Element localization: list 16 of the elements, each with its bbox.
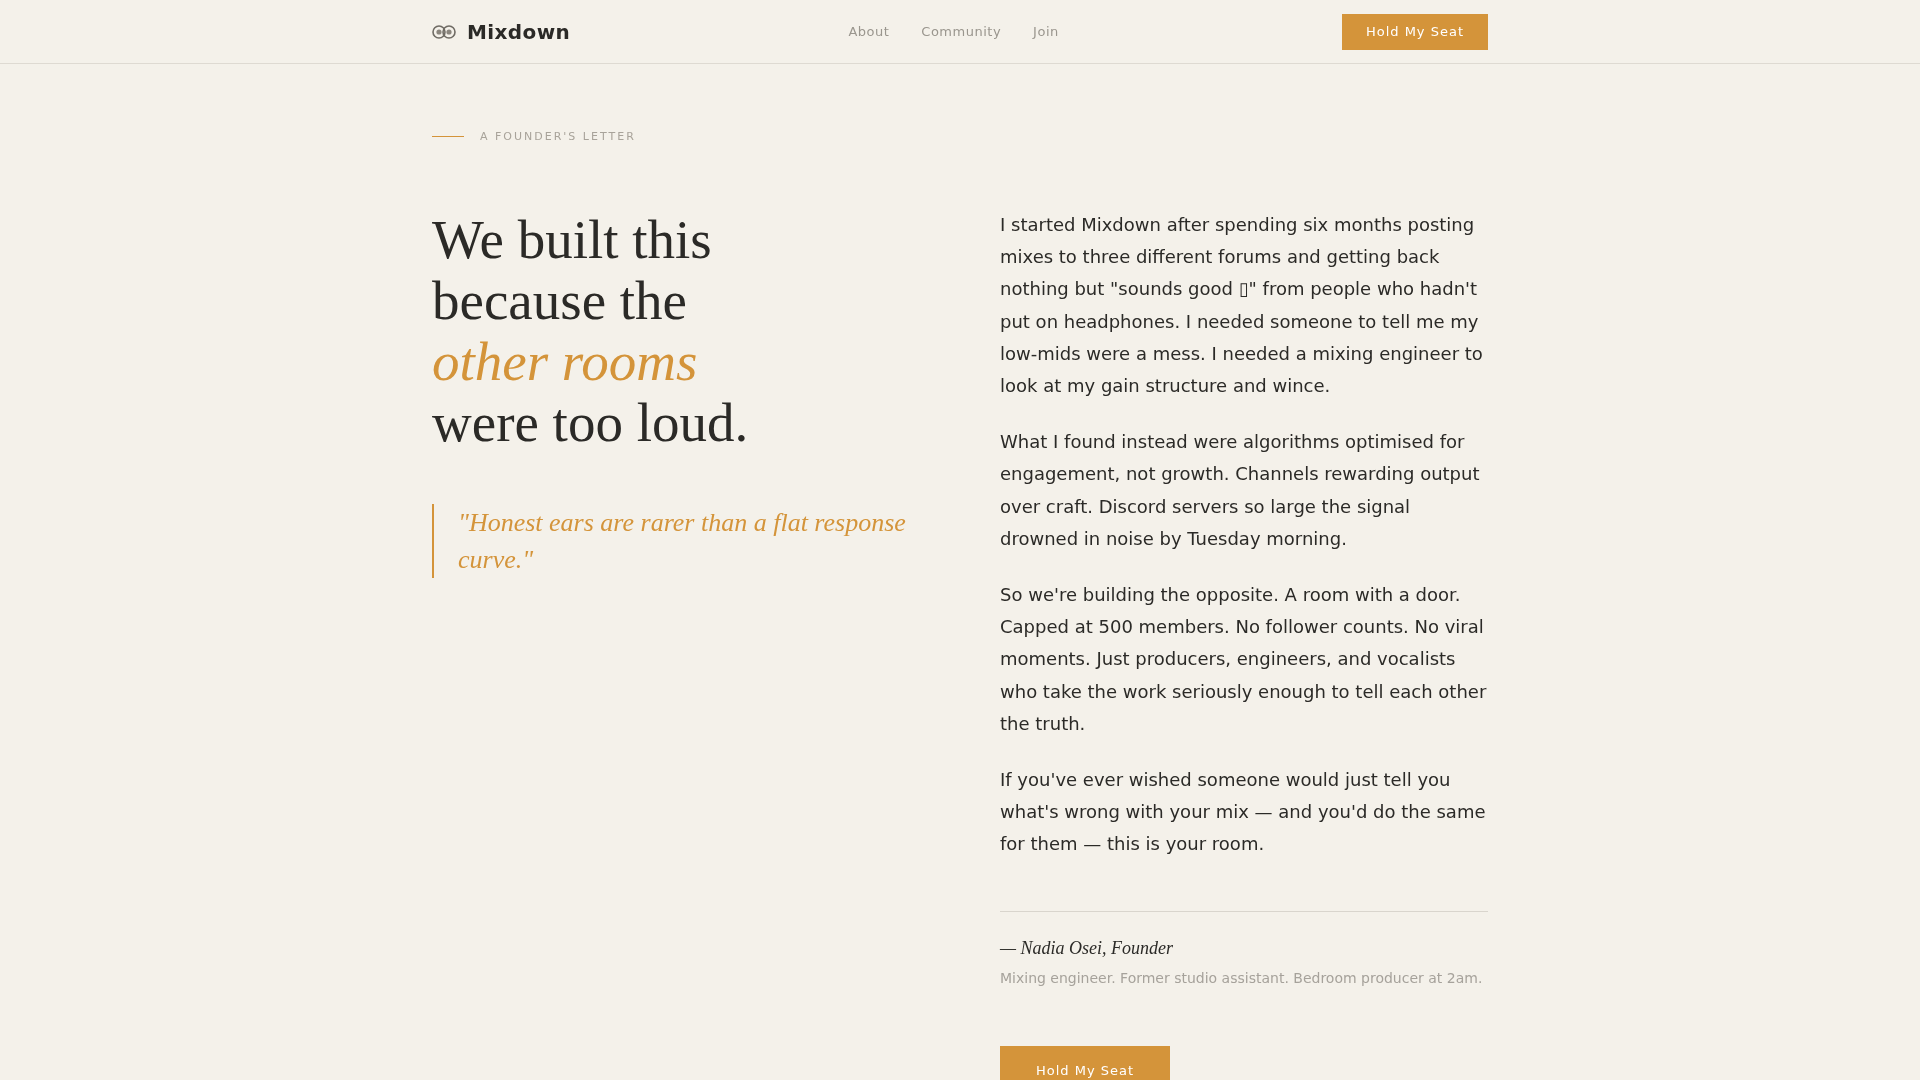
- nav-link[interactable]: About: [848, 24, 890, 39]
- hold-seat-button[interactable]: Hold My Seat: [1000, 1045, 1171, 1080]
- headline: We built this because the other rooms were too loud.: [432, 209, 750, 453]
- nav-link[interactable]: Join: [1033, 24, 1059, 39]
- signature: — Nadia Osei, Founder: [1000, 936, 1174, 960]
- letter-paragraph: So we're building the opposite. A room with a door. Capped at 500 members. No follower counts. No viral moments. Just producers, engineers, and vocalists who take the work seriously enough to tell each other the truth.: [1000, 583, 1488, 736]
- pull-quote: "Honest ears are rarer than a flat response curve.": [432, 504, 920, 578]
- founder-bio: Mixing engineer. Former studio assistant. Bedroom producer at 2am.: [1000, 968, 1484, 988]
- hold-seat-button[interactable]: Hold My Seat: [1341, 13, 1488, 50]
- letter-paragraph: What I found instead were algorithms optimised for engagement, not growth. Channels rewarding output over craft. Discord servers so large the signal drowned in noise by Tuesday morning.: [1000, 430, 1481, 551]
- two-rings-icon: [432, 24, 456, 39]
- section-label: A FOUNDER'S LETTER: [480, 129, 636, 143]
- brand-name[interactable]: Mixdown: [467, 19, 571, 44]
- letter-paragraph: I started Mixdown after spending six months posting mixes to three different forums and getting back nothing but "sounds good ▯" from people who hadn't put on headphones. I needed someone to tell me my low-mids were a mess. I needed a mixing engineer to look at my gain structure and wince.: [1000, 213, 1484, 398]
- letter-paragraph: If you've ever wished someone would just tell you what's wrong with your mix — and you'd do the same for them — this is your room.: [1000, 768, 1487, 857]
- nav-link[interactable]: Community: [921, 24, 1002, 39]
